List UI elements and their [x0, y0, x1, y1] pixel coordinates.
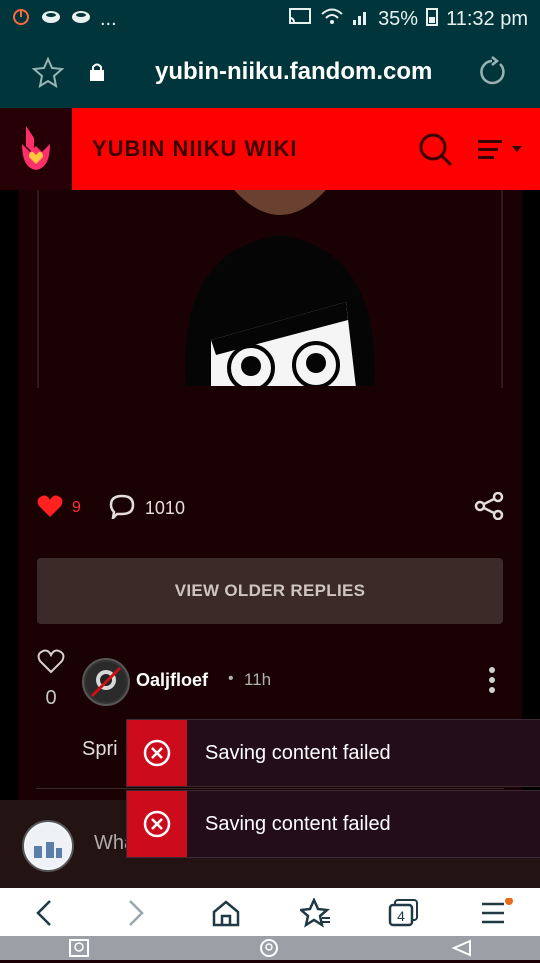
reply-timestamp: 11h — [244, 670, 272, 689]
right-gutter — [522, 190, 540, 800]
reply-likes: 0 — [36, 648, 66, 710]
browser-url-bar: yubin-niiku.fandom.com — [0, 36, 540, 108]
app-notification-icon-2 — [70, 6, 92, 32]
error-toast: Saving content failed — [126, 790, 540, 858]
tab-count: 4 — [397, 908, 405, 924]
wiki-title[interactable]: YUBIN NIIKU WIKI — [92, 136, 297, 162]
reply-text: Spri — [82, 738, 118, 760]
forward-icon[interactable] — [116, 898, 156, 928]
home-icon[interactable] — [206, 898, 246, 928]
reply-like-count: 0 — [45, 687, 57, 709]
share-icon[interactable] — [474, 491, 504, 525]
browser-menu-icon[interactable] — [476, 898, 516, 928]
comment-icon[interactable] — [109, 493, 135, 524]
lock-icon — [88, 62, 106, 87]
view-older-replies-button[interactable]: VIEW OLDER REPLIES — [37, 558, 503, 624]
url-text[interactable]: yubin-niiku.fandom.com — [155, 58, 432, 86]
browser-bottom-nav: 4 — [0, 888, 540, 936]
heart-icon[interactable] — [36, 493, 64, 524]
back-button-icon[interactable] — [450, 938, 474, 963]
fandom-logo-icon[interactable] — [0, 108, 72, 190]
back-icon[interactable] — [24, 898, 64, 928]
menu-dropdown-icon[interactable] — [478, 138, 526, 169]
cast-icon — [288, 6, 312, 32]
battery-icon — [426, 6, 439, 32]
error-toast: Saving content failed — [126, 719, 540, 787]
bookmarks-icon[interactable] — [296, 898, 336, 928]
signal-icon — [352, 6, 370, 32]
wifi-icon — [320, 6, 344, 32]
more-notifications: ... — [100, 7, 117, 30]
notification-icon — [10, 6, 32, 32]
divider — [36, 788, 504, 789]
toast-message: Saving content failed — [205, 812, 391, 835]
wiki-header: YUBIN NIIKU WIKI — [0, 108, 540, 190]
tabs-icon[interactable]: 4 — [384, 898, 424, 928]
post-actions: 9 1010 — [36, 490, 504, 526]
like-count: 9 — [72, 499, 81, 516]
bookmark-star-icon[interactable] — [31, 56, 65, 93]
system-nav-bar — [0, 936, 540, 960]
recent-apps-icon[interactable] — [68, 938, 90, 963]
home-button-icon[interactable] — [258, 938, 280, 963]
reload-icon[interactable] — [476, 56, 508, 93]
user-avatar — [22, 820, 74, 872]
separator-dot: • — [228, 670, 234, 687]
app-notification-icon — [40, 6, 62, 32]
clock: 11:32 pm — [446, 7, 528, 30]
avatar[interactable] — [82, 658, 130, 706]
reply-author[interactable]: Oaljfloef — [136, 670, 208, 691]
left-gutter — [0, 190, 18, 800]
comment-count: 1010 — [144, 497, 185, 518]
battery-percentage: 35% — [378, 7, 419, 30]
more-options-icon[interactable] — [488, 666, 496, 701]
search-icon[interactable] — [418, 132, 454, 173]
toast-message: Saving content failed — [205, 741, 391, 764]
error-icon — [127, 791, 187, 857]
heart-outline-icon[interactable] — [37, 649, 65, 678]
error-icon — [127, 720, 187, 786]
status-bar: ... 35% 11:32 pm — [0, 0, 540, 36]
post-image — [36, 190, 504, 390]
